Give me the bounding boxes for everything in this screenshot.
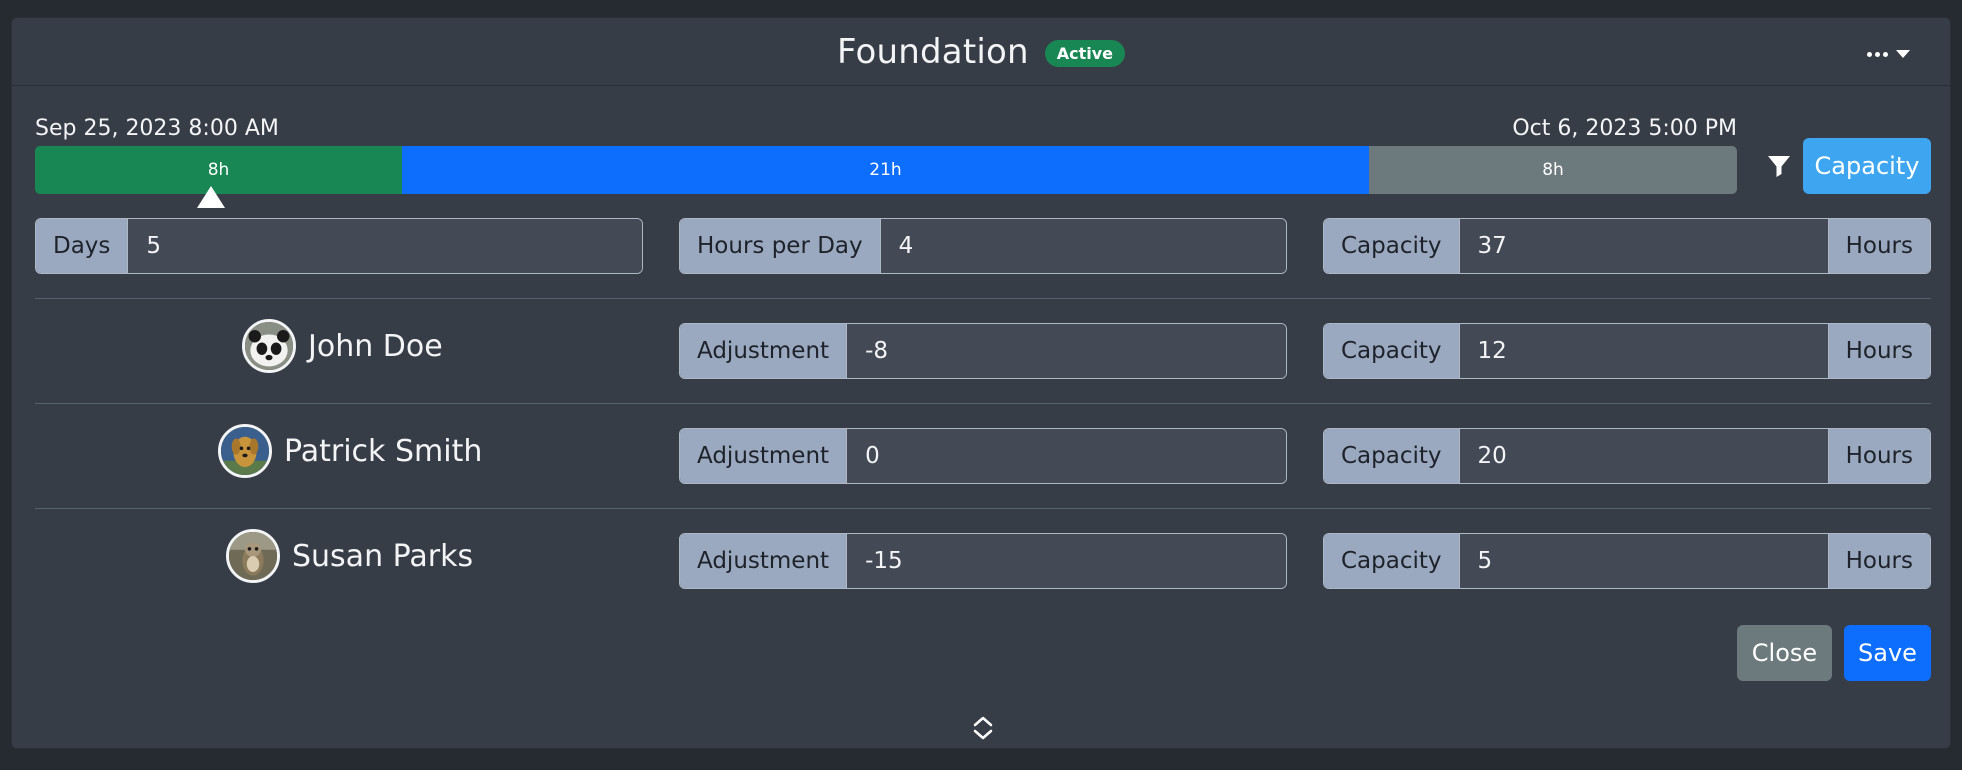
adjustment-input[interactable]: 0 <box>847 429 1286 483</box>
panel-header: Foundation Active <box>12 18 1950 86</box>
capacity-button[interactable]: Capacity <box>1803 138 1931 194</box>
avatar <box>242 319 296 373</box>
more-menu-button[interactable] <box>1867 42 1910 66</box>
capacity-label: Capacity <box>1324 534 1460 588</box>
days-input[interactable]: 5 <box>128 219 642 273</box>
member-capacity-input-group: Capacity 12 Hours <box>1323 323 1931 379</box>
timeline-marker[interactable] <box>197 186 225 208</box>
hours-unit-label: Hours <box>1827 219 1930 273</box>
total-capacity-input-group: Capacity 37 Hours <box>1323 218 1931 274</box>
member-name: John Doe <box>308 328 443 364</box>
days-input-group: Days 5 <box>35 218 643 274</box>
status-badge: Active <box>1044 39 1126 67</box>
adjustment-input-group: Adjustment -8 <box>679 323 1287 379</box>
member-capacity-input[interactable]: 5 <box>1459 534 1828 588</box>
total-capacity-input[interactable]: 37 <box>1459 219 1828 273</box>
member-capacity-input[interactable]: 20 <box>1459 429 1828 483</box>
capacity-label: Capacity <box>1324 219 1460 273</box>
member-capacity-input-group: Capacity 5 Hours <box>1323 533 1931 589</box>
avatar <box>218 424 272 478</box>
timeline-bar: 8h 21h 8h <box>35 146 1737 194</box>
close-button[interactable]: Close <box>1737 625 1832 681</box>
hours-per-day-input[interactable]: 4 <box>880 219 1286 273</box>
timeline-start-date: Sep 25, 2023 8:00 AM <box>35 116 279 141</box>
capacity-label: Capacity <box>1324 324 1460 378</box>
adjustment-label: Adjustment <box>680 429 848 483</box>
member-susan-parks: Susan Parks <box>226 528 473 584</box>
adjustment-label: Adjustment <box>680 534 848 588</box>
member-name: Susan Parks <box>292 538 474 574</box>
caret-down-icon <box>1896 50 1910 58</box>
member-capacity-input[interactable]: 12 <box>1459 324 1828 378</box>
title-group: Foundation Active <box>12 32 1950 72</box>
member-patrick-smith: Patrick Smith <box>218 423 482 479</box>
hours-per-day-input-group: Hours per Day 4 <box>679 218 1287 274</box>
capacity-label: Capacity <box>1324 429 1460 483</box>
member-name: Patrick Smith <box>284 433 483 469</box>
avatar <box>226 529 280 583</box>
hours-unit-label: Hours <box>1827 429 1930 483</box>
timeline-segment: 21h <box>402 146 1369 194</box>
adjustment-input-group: Adjustment 0 <box>679 428 1287 484</box>
divider <box>35 403 1931 404</box>
member-capacity-input-group: Capacity 20 Hours <box>1323 428 1931 484</box>
adjustment-input[interactable]: -8 <box>847 324 1286 378</box>
member-john-doe: John Doe <box>242 318 443 374</box>
adjustment-label: Adjustment <box>680 324 848 378</box>
adjustment-input[interactable]: -15 <box>847 534 1286 588</box>
timeline-segment: 8h <box>1369 146 1737 194</box>
chevron-up-down-icon[interactable] <box>970 714 996 742</box>
divider <box>35 298 1931 299</box>
more-horizontal-icon <box>1867 51 1888 57</box>
hours-per-day-label: Hours per Day <box>680 219 881 273</box>
days-label: Days <box>36 219 129 273</box>
divider <box>35 508 1931 509</box>
save-button[interactable]: Save <box>1844 625 1931 681</box>
adjustment-input-group: Adjustment -15 <box>679 533 1287 589</box>
filter-icon[interactable] <box>1767 154 1791 178</box>
hours-unit-label: Hours <box>1827 324 1930 378</box>
timeline-end-date: Oct 6, 2023 5:00 PM <box>1512 116 1737 141</box>
hours-unit-label: Hours <box>1827 534 1930 588</box>
page-title: Foundation <box>836 32 1029 72</box>
